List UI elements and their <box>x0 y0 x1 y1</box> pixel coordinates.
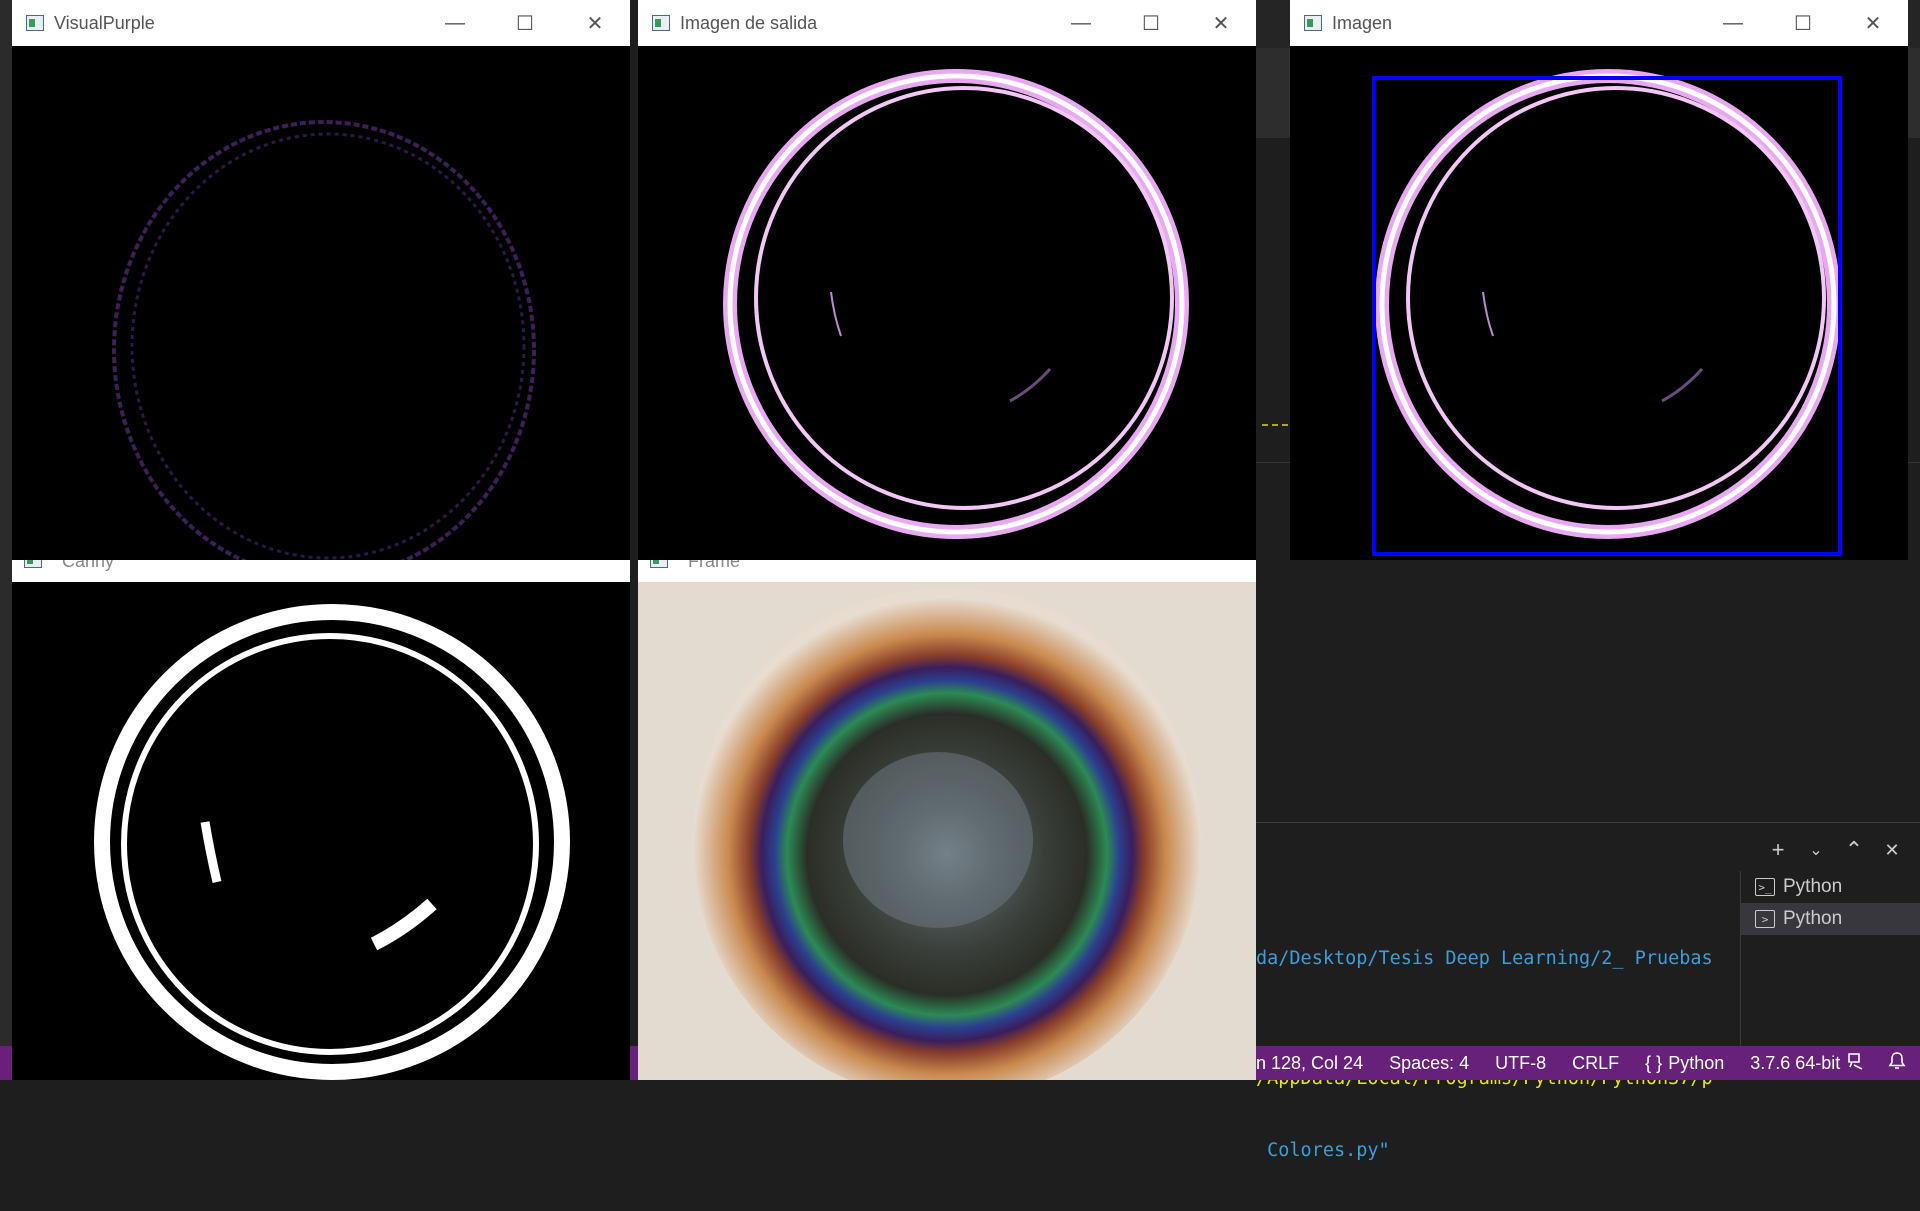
eol-setting[interactable]: CRLF <box>1572 1053 1619 1074</box>
visualpurple-titlebar[interactable]: VisualPurple — ☐ ✕ <box>12 0 630 46</box>
frame-image <box>638 582 1256 1080</box>
terminal-icon: >_ <box>1755 878 1775 896</box>
canny-image <box>12 582 630 1080</box>
terminal-instance-label: Python <box>1783 876 1843 897</box>
imagen-de-salida-window[interactable]: Imagen de salida — ☐ ✕ <box>638 0 1256 560</box>
imagen-titlebar[interactable]: Imagen — ☐ ✕ <box>1290 0 1908 46</box>
opencv-app-icon <box>24 560 42 568</box>
maximize-panel-button[interactable]: ⌃ <box>1842 837 1866 863</box>
visualpurple-image <box>12 46 630 560</box>
braces-icon: { } <box>1645 1052 1663 1073</box>
frame-window[interactable]: Frame <box>638 560 1256 1080</box>
window-title: Imagen <box>1332 12 1393 33</box>
canny-titlebar[interactable]: Canny <box>12 560 630 582</box>
terminal-instance-list: >_ Python > Python <box>1740 871 1920 1051</box>
window-title: Canny <box>62 560 115 571</box>
close-panel-button[interactable]: ✕ <box>1880 840 1904 861</box>
canny-window[interactable]: Canny <box>12 560 630 1080</box>
editor-gutter-strip <box>0 0 12 1080</box>
imagen-image <box>1290 46 1908 560</box>
close-button[interactable]: ✕ <box>1186 0 1256 46</box>
terminal-instance-label: Python <box>1783 908 1843 929</box>
window-title: VisualPurple <box>54 12 155 33</box>
minimize-button[interactable]: — <box>1046 0 1116 46</box>
maximize-button[interactable]: ☐ <box>1116 0 1186 46</box>
close-button[interactable]: ✕ <box>560 0 630 46</box>
notifications-bell-icon[interactable] <box>1888 1051 1906 1076</box>
frame-titlebar[interactable]: Frame <box>638 560 1256 582</box>
terminal-instance-item[interactable]: > Python <box>1741 903 1920 935</box>
terminal-line: da/Desktop/Tesis Deep Learning/2_ Prueba… <box>1256 948 1713 969</box>
language-label: Python <box>1668 1052 1725 1073</box>
python-interpreter[interactable]: 3.7.6 64-bit <box>1750 1053 1840 1074</box>
language-mode[interactable]: { } Python <box>1645 1053 1724 1074</box>
terminal-dropdown-button[interactable]: ⌄ <box>1804 840 1828 860</box>
maximize-button[interactable]: ☐ <box>490 0 560 46</box>
new-terminal-button[interactable]: + <box>1766 837 1790 863</box>
opencv-app-icon <box>652 15 670 31</box>
cursor-position[interactable]: n 128, Col 24 <box>1256 1053 1363 1074</box>
editor-indent-guide <box>1262 424 1288 426</box>
indentation-setting[interactable]: Spaces: 4 <box>1389 1053 1469 1074</box>
imagen-de-salida-titlebar[interactable]: Imagen de salida — ☐ ✕ <box>638 0 1256 46</box>
close-button[interactable]: ✕ <box>1838 0 1908 46</box>
feedback-icon[interactable] <box>1846 1051 1866 1076</box>
opencv-app-icon <box>650 560 668 568</box>
visualpurple-window[interactable]: VisualPurple — ☐ ✕ <box>12 0 630 560</box>
window-title: Imagen de salida <box>680 12 818 33</box>
encoding-setting[interactable]: UTF-8 <box>1495 1053 1546 1074</box>
terminal-line: Colores.py" <box>1256 1140 1390 1161</box>
minimize-button[interactable]: — <box>420 0 490 46</box>
terminal-actions: + ⌄ ⌃ ✕ <box>1766 837 1904 863</box>
imagen-de-salida-image <box>638 46 1256 560</box>
opencv-app-icon <box>1304 15 1322 31</box>
opencv-app-icon <box>26 15 44 31</box>
terminal-icon: > <box>1755 910 1775 928</box>
terminal-instance-item[interactable]: >_ Python <box>1741 871 1920 903</box>
minimize-button[interactable]: — <box>1698 0 1768 46</box>
imagen-window[interactable]: Imagen — ☐ ✕ <box>1290 0 1908 560</box>
maximize-button[interactable]: ☐ <box>1768 0 1838 46</box>
window-title: Frame <box>688 560 741 571</box>
terminal-panel[interactable]: + ⌄ ⌃ ✕ da/Desktop/Tesis Deep Learning/2… <box>1256 822 1920 1161</box>
